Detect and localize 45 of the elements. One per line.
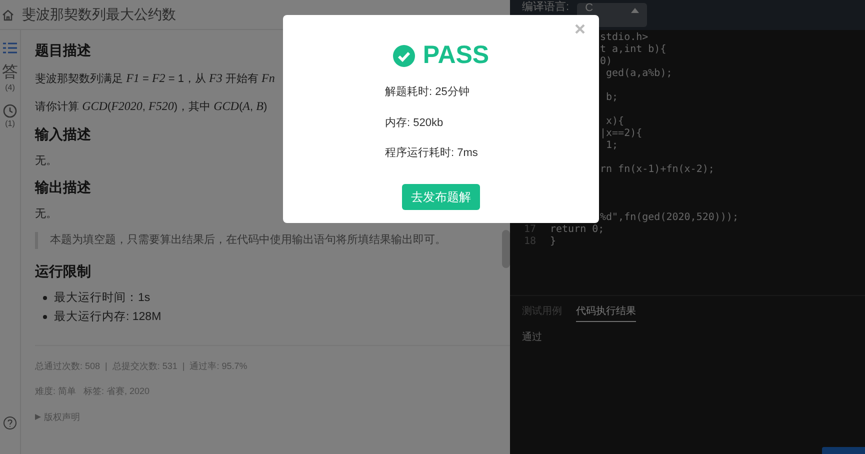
publish-solution-button[interactable]: 去发布题解 bbox=[402, 184, 480, 210]
scrollbar-thumb[interactable] bbox=[502, 230, 510, 268]
page-title: 斐波那契数列最大公约数 bbox=[22, 5, 176, 24]
home-icon[interactable] bbox=[2, 8, 14, 20]
paragraph-text: 无。 bbox=[35, 154, 57, 169]
clock-icon[interactable] bbox=[3, 104, 17, 118]
paragraph-text: 无。 bbox=[35, 206, 57, 222]
detail-text: 内存: 520kb bbox=[385, 116, 444, 130]
limit-item: 最大运行内存: 128M bbox=[54, 310, 162, 325]
code-line: 0) bbox=[599, 56, 612, 68]
status-title: PASS bbox=[422, 43, 490, 68]
check-circle-icon bbox=[392, 44, 415, 66]
code-line: b; bbox=[605, 92, 618, 104]
limit-item: 最大运行时间：1s bbox=[54, 290, 150, 306]
section-heading: 运行限制 bbox=[35, 262, 91, 280]
count-label: (4) bbox=[5, 82, 15, 94]
code-line: %d",fn(ged(2020,520))); bbox=[599, 212, 738, 224]
section-heading: 输入描述 bbox=[35, 126, 91, 143]
sidebar-tab-label[interactable]: 答 bbox=[2, 64, 18, 82]
code-line: stdio.h> bbox=[599, 32, 648, 44]
caret-icon bbox=[631, 8, 640, 13]
code-line: t a,int b){ bbox=[599, 44, 666, 56]
result-text: 通过 bbox=[521, 330, 543, 345]
language-label: 编译语言: bbox=[522, 1, 570, 14]
count-label: (1) bbox=[5, 118, 15, 130]
output-tab[interactable]: 代码执行结果 bbox=[576, 304, 636, 322]
code-line: 1; bbox=[605, 140, 618, 152]
detail-text: 解题耗时: 25分钟 bbox=[385, 85, 470, 100]
code-line: rn fn(x-1)+fn(x-2); bbox=[599, 164, 714, 176]
list-icon[interactable] bbox=[3, 42, 17, 54]
paragraph-text: 请你计算 GCD(F2020, F520)，其中 GCD(A, B) bbox=[35, 98, 268, 116]
section-heading: 输出描述 bbox=[35, 179, 91, 196]
triangle-icon[interactable] bbox=[35, 414, 41, 420]
language-value: C bbox=[585, 3, 594, 14]
help-icon[interactable] bbox=[3, 416, 17, 430]
code-line: } bbox=[550, 236, 556, 248]
section-heading: 题目描述 bbox=[35, 42, 91, 59]
code-line: |x==2){ bbox=[599, 128, 642, 140]
bullet-icon bbox=[43, 314, 47, 319]
bullet-icon bbox=[43, 296, 47, 300]
code-line: ged(a,a%b); bbox=[605, 68, 672, 80]
code-line: x){ bbox=[605, 116, 624, 128]
detail-text: 程序运行耗时: 7ms bbox=[385, 146, 478, 161]
paragraph-text: 斐波那契数列满足 F1 = F2 = 1，从 F3 开始有 Fn bbox=[35, 70, 275, 87]
code-line: return 0; bbox=[550, 224, 604, 236]
